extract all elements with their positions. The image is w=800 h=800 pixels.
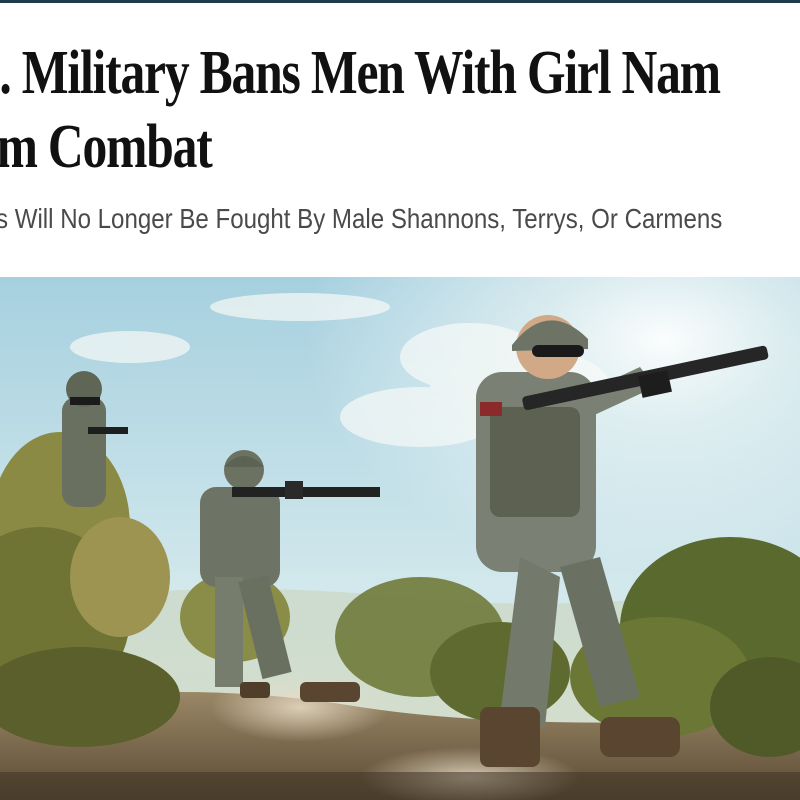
headline-line-1: S. Military Bans Men With Girl Nam <box>0 39 721 107</box>
article-photo <box>0 277 800 800</box>
headline-line-2: om Combat <box>0 113 213 181</box>
soldiers-photo-illustration <box>0 277 800 800</box>
article-headline: S. Military Bans Men With Girl Nam om Co… <box>0 36 721 184</box>
article-page: S. Military Bans Men With Girl Nam om Co… <box>0 0 800 800</box>
top-rule <box>0 0 800 3</box>
article-subheadline: s Will No Longer Be Fought By Male Shann… <box>0 203 723 234</box>
